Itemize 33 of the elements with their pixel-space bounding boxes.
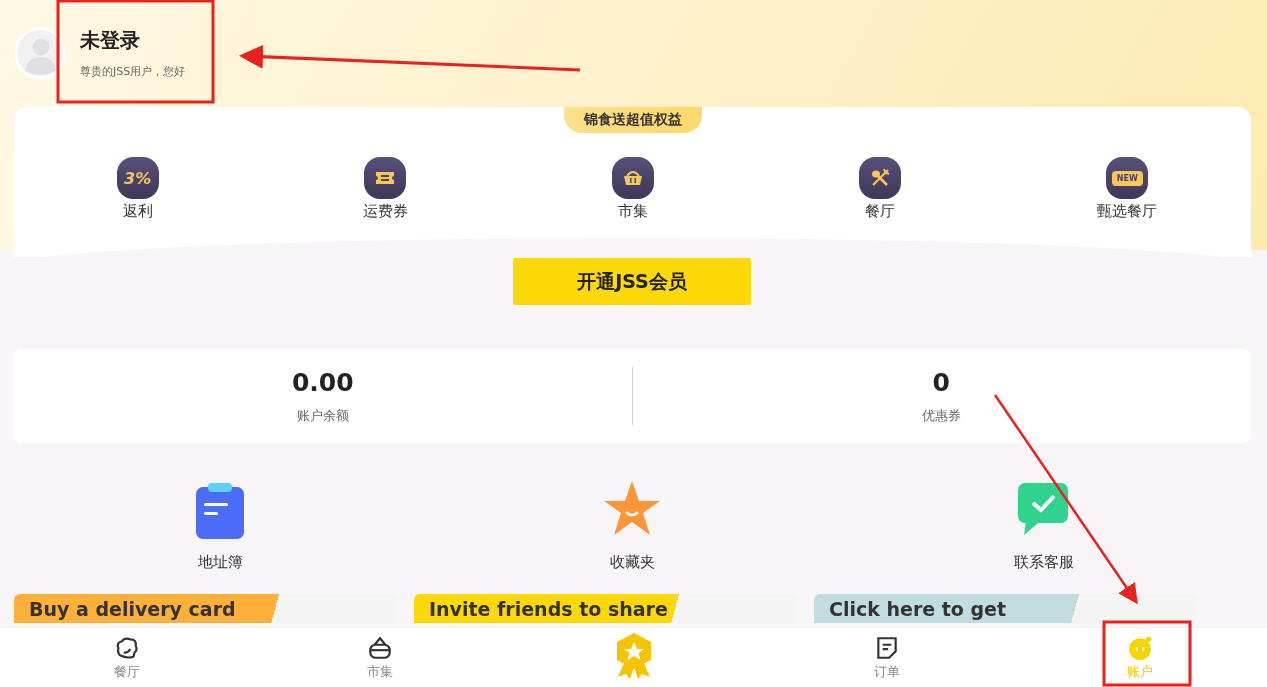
benefit-label[interactable]: 市集 (617, 202, 648, 221)
login-status[interactable]: 未登录 (80, 27, 186, 54)
stat-label: 账户余额 (296, 406, 349, 425)
ticket-icon[interactable] (364, 157, 407, 199)
benefit-label[interactable]: 返利 (122, 202, 153, 221)
market-tab[interactable]: 市集 (253, 628, 507, 687)
avatar-icon[interactable] (14, 27, 66, 79)
promo-banner[interactable]: Invite friends to share (414, 594, 796, 623)
benefit-label[interactable]: 甄选餐厅 (1097, 202, 1158, 221)
promo-banner[interactable]: Buy a delivery card (14, 594, 396, 623)
banner-text: Click here to get (829, 597, 1007, 620)
shortcut-label[interactable]: 收藏夹 (609, 553, 655, 572)
promo-banner[interactable]: Click here to get (814, 594, 1196, 623)
member-button[interactable]: 开通JSS会员 (513, 258, 751, 305)
benefit-label[interactable]: 运费券 (362, 202, 408, 221)
face-icon (1127, 634, 1154, 661)
greeting-text: 尊贵的JSS用户，您好 (80, 64, 186, 79)
banner-text: Invite friends to share (429, 597, 668, 620)
shortcut-label[interactable]: 地址簿 (197, 553, 243, 572)
restaurant-tab[interactable]: 餐厅 (0, 628, 254, 687)
stat-value[interactable]: 0 (932, 367, 950, 397)
banner-text: Buy a delivery card (29, 597, 236, 620)
benefits-title: 锦食送超值权益 (563, 107, 702, 133)
stat-label: 优惠券 (921, 406, 961, 425)
basket-icon[interactable] (611, 157, 654, 199)
rebate-icon[interactable]: 3% (116, 157, 159, 199)
dining-icon[interactable] (858, 157, 901, 199)
new-icon[interactable]: NEW (1106, 157, 1149, 199)
basket-icon (367, 634, 394, 661)
stat-value[interactable]: 0.00 (291, 367, 354, 397)
shortcut-label[interactable]: 联系客服 (1014, 553, 1074, 572)
orders-tab[interactable]: 订单 (760, 628, 1014, 687)
benefit-label[interactable]: 餐厅 (864, 202, 895, 221)
